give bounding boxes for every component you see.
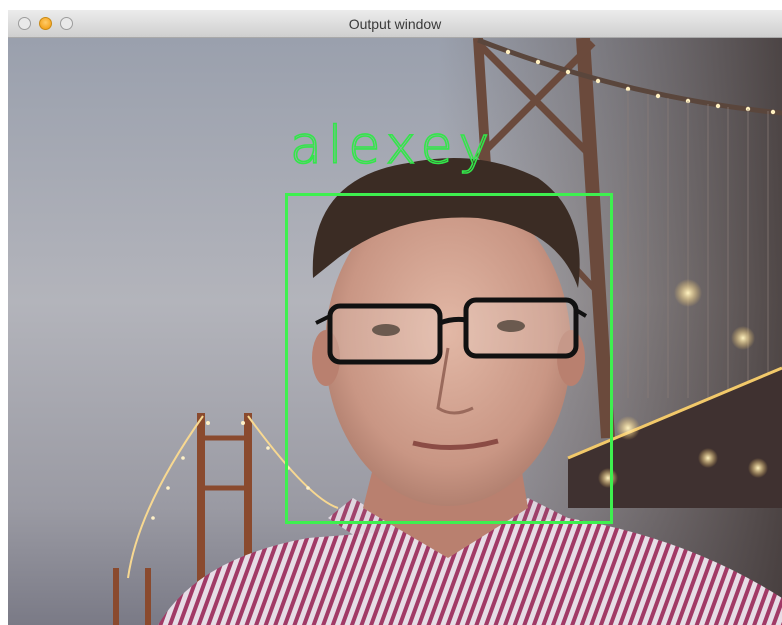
title-bar[interactable]: Output window	[8, 10, 782, 38]
video-frame: alexey	[8, 38, 782, 625]
window-title: Output window	[348, 16, 442, 32]
detection-label: alexey	[289, 116, 496, 176]
face-detection-box	[285, 193, 613, 524]
output-window: Output window alexey	[8, 10, 782, 625]
